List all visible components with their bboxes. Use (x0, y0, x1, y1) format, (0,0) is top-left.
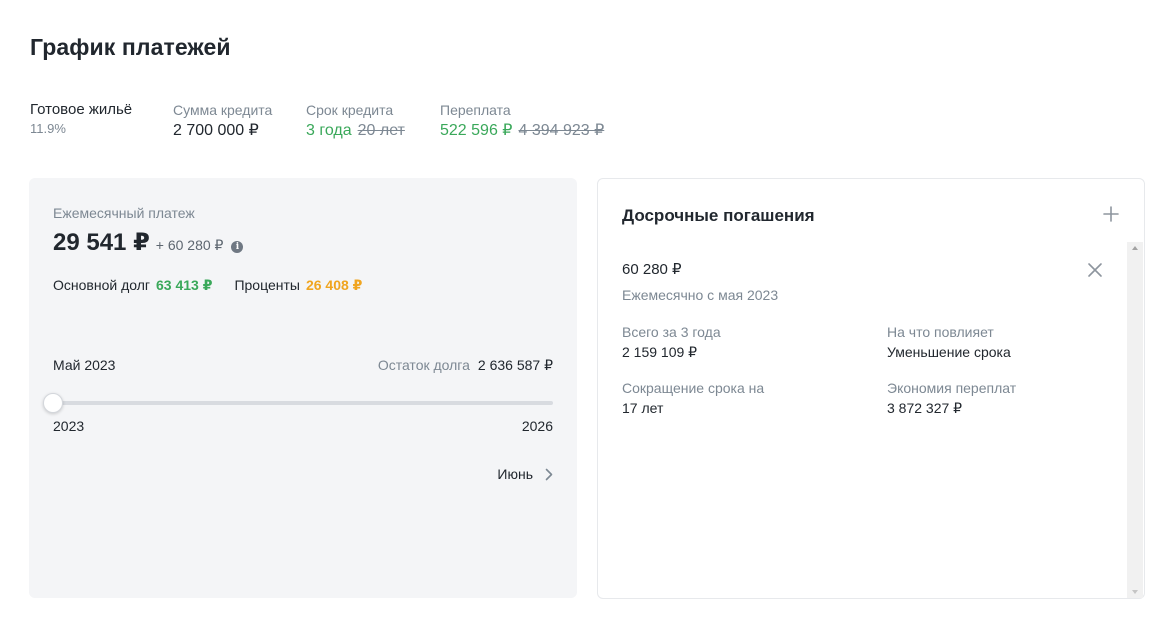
summary-term: Срок кредита 3 года 20 лет (306, 100, 405, 142)
close-icon[interactable] (1087, 262, 1103, 278)
interest-value: 26 408 ₽ (305, 277, 363, 293)
principal-value: 63 413 ₽ (156, 277, 213, 293)
next-month-label: Июнь (497, 466, 533, 482)
overpayment-label: Переплата (440, 102, 511, 118)
overpayment-new: 522 596 ₽ (440, 122, 513, 139)
scroll-down-arrow-icon[interactable] (1132, 590, 1138, 594)
product-name: Готовое жильё (30, 101, 133, 118)
prepayments-title: Досрочные погашения (622, 206, 815, 225)
plus-icon[interactable] (1102, 205, 1120, 223)
timeline-slider-thumb[interactable] (43, 393, 63, 413)
next-month-button[interactable]: Июнь (497, 466, 553, 482)
scroll-up-arrow-icon[interactable] (1132, 246, 1138, 250)
selected-month: Май 2023 (53, 357, 116, 373)
prepayment-effect-label: На что повлияет (887, 324, 994, 340)
loan-term-old: 20 лет (357, 122, 405, 139)
monthly-payment-card: Ежемесячный платеж 29 541 ₽ + 60 280 ₽ i О… (29, 178, 577, 598)
info-icon[interactable]: i (231, 241, 244, 253)
remaining-debt-label: Остаток долга (377, 357, 470, 373)
summary-amount: Сумма кредита 2 700 000 ₽ (173, 100, 272, 142)
prepayment-savings-value: 3 872 327 ₽ (887, 400, 963, 416)
prepayments-scrollbar[interactable] (1127, 242, 1143, 598)
loan-summary: Готовое жильё 11.9% Сумма кредита 2 700 … (0, 100, 700, 142)
monthly-payment-amount: 29 541 ₽ (53, 229, 150, 256)
loan-term-label: Срок кредита (306, 102, 394, 118)
prepayments-card: Досрочные погашения 60 280 ₽ Ежемесячно … (597, 178, 1145, 599)
summary-overpayment: Переплата 522 596 ₽ 4 394 923 ₽ (440, 100, 604, 142)
prepayment-schedule: Ежемесячно с мая 2023 (622, 287, 779, 303)
summary-product: Готовое жильё 11.9% (30, 100, 132, 138)
prepayment-savings-label: Экономия переплат (887, 380, 1017, 396)
prepayment-effect: На что повлияет Уменьшение срока (887, 322, 1011, 362)
loan-amount-label: Сумма кредита (173, 102, 273, 118)
prepayment-effect-value: Уменьшение срока (887, 344, 1011, 360)
monthly-payment: 29 541 ₽ + 60 280 ₽ i (53, 228, 244, 257)
prepayment-savings: Экономия переплат 3 872 327 ₽ (887, 378, 1016, 418)
remaining-debt-value: 2 636 587 ₽ (477, 357, 553, 373)
overpayment-old: 4 394 923 ₽ (518, 122, 605, 139)
loan-amount-value: 2 700 000 ₽ (173, 122, 259, 139)
monthly-payment-extra: + 60 280 ₽ (155, 237, 224, 253)
product-rate: 11.9% (30, 121, 66, 136)
slider-min-year: 2023 (53, 418, 85, 434)
chevron-right-icon (545, 468, 553, 480)
remaining-debt: Остаток долга 2 636 587 ₽ (378, 357, 553, 374)
monthly-payment-label: Ежемесячный платеж (53, 205, 195, 221)
prepayment-term-cut-label: Сокращение срока на (622, 380, 765, 396)
prepayment-amount: 60 280 ₽ (622, 261, 682, 278)
loan-term-new: 3 года (306, 122, 352, 139)
principal-label: Основной долг (53, 277, 150, 293)
prepayment-term-cut: Сокращение срока на 17 лет (622, 378, 764, 418)
loan-term-value: 3 года 20 лет (306, 120, 405, 142)
slider-max-year: 2026 (521, 418, 553, 434)
payment-breakdown: Основной долг 63 413 ₽ Проценты 26 408 ₽ (53, 277, 362, 294)
prepayment-total: Всего за 3 года 2 159 109 ₽ (622, 322, 721, 362)
prepayment-total-value: 2 159 109 ₽ (622, 344, 698, 360)
overpayment-value: 522 596 ₽ 4 394 923 ₽ (440, 120, 604, 142)
prepayment-term-cut-value: 17 лет (622, 400, 664, 416)
interest-label: Проценты (234, 277, 300, 293)
prepayment-total-label: Всего за 3 года (622, 324, 721, 340)
page-title: График платежей (30, 34, 231, 60)
timeline-slider-track[interactable] (53, 401, 553, 405)
